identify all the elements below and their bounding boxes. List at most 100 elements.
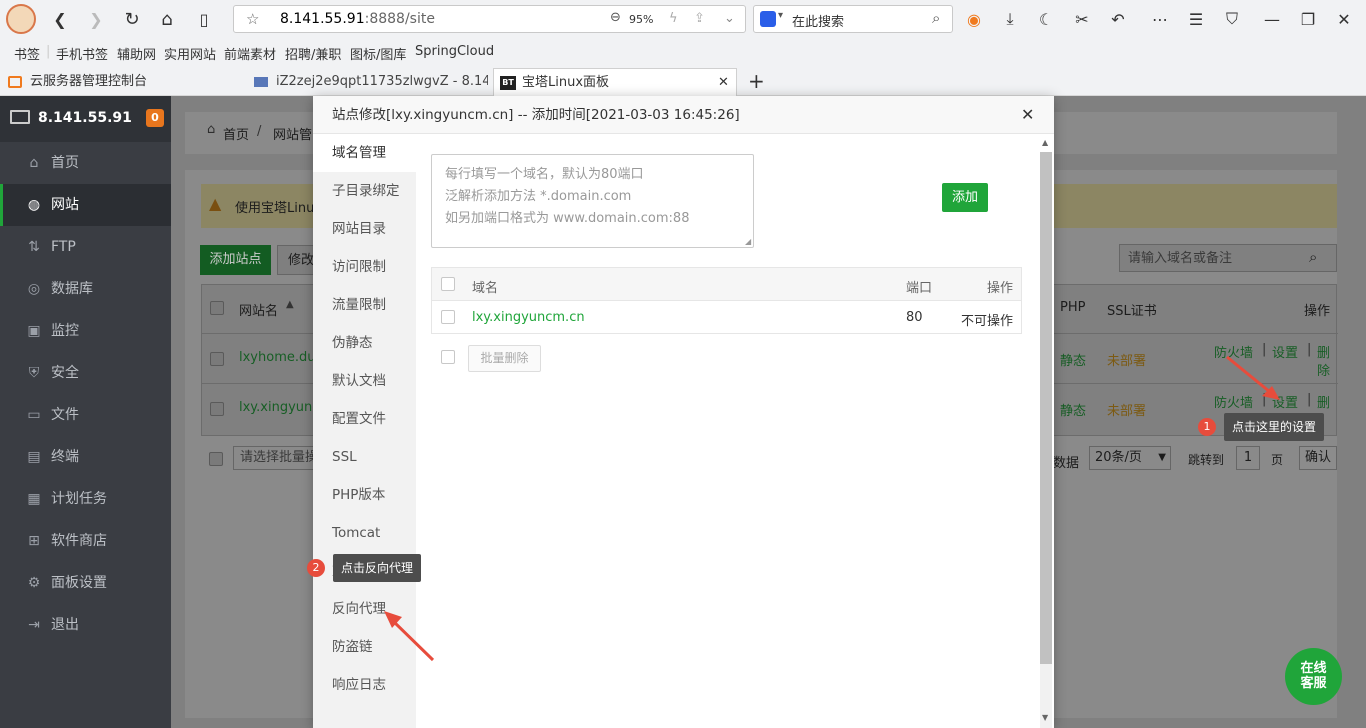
menu-traffic[interactable]: 流量限制	[313, 286, 416, 324]
flash-icon[interactable]: ϟ	[669, 11, 678, 26]
tab-terminal[interactable]: iZ2zej2e9qpt11735zlwgvZ - 8.141.5	[248, 68, 488, 96]
settings-link[interactable]: 设置	[1272, 392, 1298, 411]
modal-scrollbar[interactable]: ▲ ▼	[1040, 138, 1052, 728]
tab-aliyun[interactable]: 云服务器管理控制台	[0, 68, 245, 96]
domain-textarea[interactable]: 每行填写一个域名，默认为80端口 泛解析添加方法 *.domain.com 如另…	[431, 154, 754, 248]
menu-default-doc[interactable]: 默认文档	[313, 362, 416, 400]
forward-icon[interactable]: ❯	[84, 7, 108, 31]
tab-baota[interactable]: BT 宝塔Linux面板 ✕	[493, 68, 737, 96]
zoom-icon[interactable]: ⊖	[610, 10, 621, 25]
game-icon[interactable]: ◉	[962, 7, 986, 31]
menu-response-log[interactable]: 响应日志	[313, 666, 416, 704]
new-tab-icon[interactable]: +	[748, 69, 765, 93]
sidebar-item-website[interactable]: ◍ 网站	[0, 184, 171, 226]
scroll-thumb[interactable]	[1040, 152, 1052, 664]
shirt-icon[interactable]: ⛉	[1220, 7, 1244, 31]
sidebar-item-settings[interactable]: ⚙ 面板设置	[0, 562, 171, 604]
footer-select-all-checkbox[interactable]	[209, 452, 223, 466]
php-version[interactable]: 静态	[1060, 400, 1086, 419]
menu-access[interactable]: 访问限制	[313, 248, 416, 286]
page-size-select[interactable]: 20条/页 ▼	[1089, 446, 1171, 470]
bookmark-item[interactable]: SpringCloud	[415, 44, 494, 59]
breadcrumb-home[interactable]: 首页	[223, 124, 249, 143]
close-tab-icon[interactable]: ✕	[718, 69, 729, 96]
menu-config[interactable]: 配置文件	[313, 400, 416, 438]
sidebar-item-ftp[interactable]: ⇅ FTP	[0, 226, 171, 268]
bookmark-item[interactable]: 手机书签	[56, 44, 108, 63]
col-site-header[interactable]: 网站名	[239, 300, 278, 319]
firewall-link[interactable]: 防火墙	[1214, 392, 1253, 411]
night-mode-icon[interactable]: ☾	[1034, 7, 1058, 31]
delete-link[interactable]: 删	[1317, 392, 1330, 411]
menu-tomcat[interactable]: Tomcat	[313, 514, 416, 552]
row-checkbox[interactable]	[210, 402, 224, 416]
bookmark-item[interactable]: 前端素材	[224, 44, 276, 63]
sidebar-item-terminal[interactable]: ▤ 终端	[0, 436, 171, 478]
bookmark-item[interactable]: 图标/图库	[350, 44, 406, 63]
search-engine-dropdown-icon[interactable]: ▾	[778, 10, 783, 21]
restore-icon[interactable]: ❐	[1296, 7, 1320, 31]
sidebar-item-security[interactable]: ⛨ 安全	[0, 352, 171, 394]
scissors-icon[interactable]: ✂	[1070, 7, 1094, 31]
download-icon[interactable]: ⤓	[998, 7, 1022, 31]
back-icon[interactable]: ❮	[48, 7, 72, 31]
modal-close-icon[interactable]: ✕	[1021, 105, 1034, 124]
search-icon[interactable]: ⌕	[932, 9, 940, 27]
bookmark-item[interactable]: 书签	[14, 44, 40, 63]
menu-php[interactable]: PHP版本	[313, 476, 416, 514]
star-icon[interactable]: ☆	[246, 10, 259, 28]
menu-rewrite[interactable]: 伪静态	[313, 324, 416, 362]
more-icon[interactable]: ⋯	[1148, 7, 1172, 31]
baidu-icon[interactable]	[760, 11, 776, 27]
menu-icon[interactable]: ☰	[1184, 7, 1208, 31]
menu-domain[interactable]: 域名管理	[313, 134, 416, 172]
bookmark-item[interactable]: 招聘/兼职	[285, 44, 341, 63]
site-name-link[interactable]: lxy.xingyunc	[239, 400, 319, 415]
bookmark-item[interactable]: 辅助网	[117, 44, 156, 63]
delete-link-cont[interactable]: 除	[1317, 360, 1330, 379]
scroll-up-icon[interactable]: ▲	[1042, 138, 1048, 147]
sidebar-item-database[interactable]: ◎ 数据库	[0, 268, 171, 310]
url-dropdown-icon[interactable]: ⌄	[724, 11, 735, 26]
delete-link[interactable]: 删	[1317, 342, 1330, 361]
reload-icon[interactable]: ↻	[120, 7, 144, 31]
menu-hotlink[interactable]: 防盗链	[313, 628, 416, 666]
zoom-level[interactable]: 95%	[629, 13, 653, 26]
add-domain-button[interactable]: 添加	[942, 183, 988, 212]
add-site-button[interactable]: 添加站点	[200, 245, 271, 275]
home-icon[interactable]: ⌂	[155, 7, 179, 31]
firewall-link[interactable]: 防火墙	[1214, 342, 1253, 361]
message-badge[interactable]: 0	[146, 109, 164, 127]
resize-handle-icon[interactable]: ◢	[745, 237, 751, 246]
domain-row-checkbox[interactable]	[441, 310, 455, 324]
reader-icon[interactable]: ▯	[192, 7, 216, 31]
search-bar[interactable]: ▾ 在此搜索 ⌕	[753, 5, 953, 33]
settings-link[interactable]: 设置	[1272, 342, 1298, 361]
url-text[interactable]: 8.141.55.91:8888/site	[280, 11, 435, 27]
sort-icon[interactable]: ▲	[286, 299, 294, 310]
sidebar-item-home[interactable]: ⌂ 首页	[0, 142, 171, 184]
sidebar-item-monitor[interactable]: ▣ 监控	[0, 310, 171, 352]
search-input[interactable]: 在此搜索	[792, 11, 844, 30]
ssl-status[interactable]: 未部署	[1107, 400, 1146, 419]
minimize-icon[interactable]: —	[1260, 7, 1284, 31]
site-name-link[interactable]: lxyhome.du	[239, 350, 315, 365]
menu-subdir[interactable]: 子目录绑定	[313, 172, 416, 210]
domain-select-all-checkbox[interactable]	[441, 277, 455, 291]
batch-delete-button[interactable]: 批量删除	[468, 345, 541, 372]
menu-sitedir[interactable]: 网站目录	[313, 210, 416, 248]
batch-checkbox[interactable]	[441, 350, 455, 364]
sidebar-item-store[interactable]: ⊞ 软件商店	[0, 520, 171, 562]
row-checkbox[interactable]	[210, 352, 224, 366]
php-version[interactable]: 静态	[1060, 350, 1086, 369]
close-window-icon[interactable]: ✕	[1332, 7, 1356, 31]
select-all-checkbox[interactable]	[210, 301, 224, 315]
site-search-icon[interactable]: ⌕	[1309, 248, 1317, 266]
sidebar-item-files[interactable]: ▭ 文件	[0, 394, 171, 436]
domain-link[interactable]: lxy.xingyuncm.cn	[472, 310, 585, 325]
ssl-status[interactable]: 未部署	[1107, 350, 1146, 369]
page-number-input[interactable]: 1	[1236, 446, 1260, 470]
menu-ssl[interactable]: SSL	[313, 438, 416, 476]
confirm-button[interactable]: 确认	[1299, 446, 1337, 470]
bookmark-item[interactable]: 实用网站	[164, 44, 216, 63]
